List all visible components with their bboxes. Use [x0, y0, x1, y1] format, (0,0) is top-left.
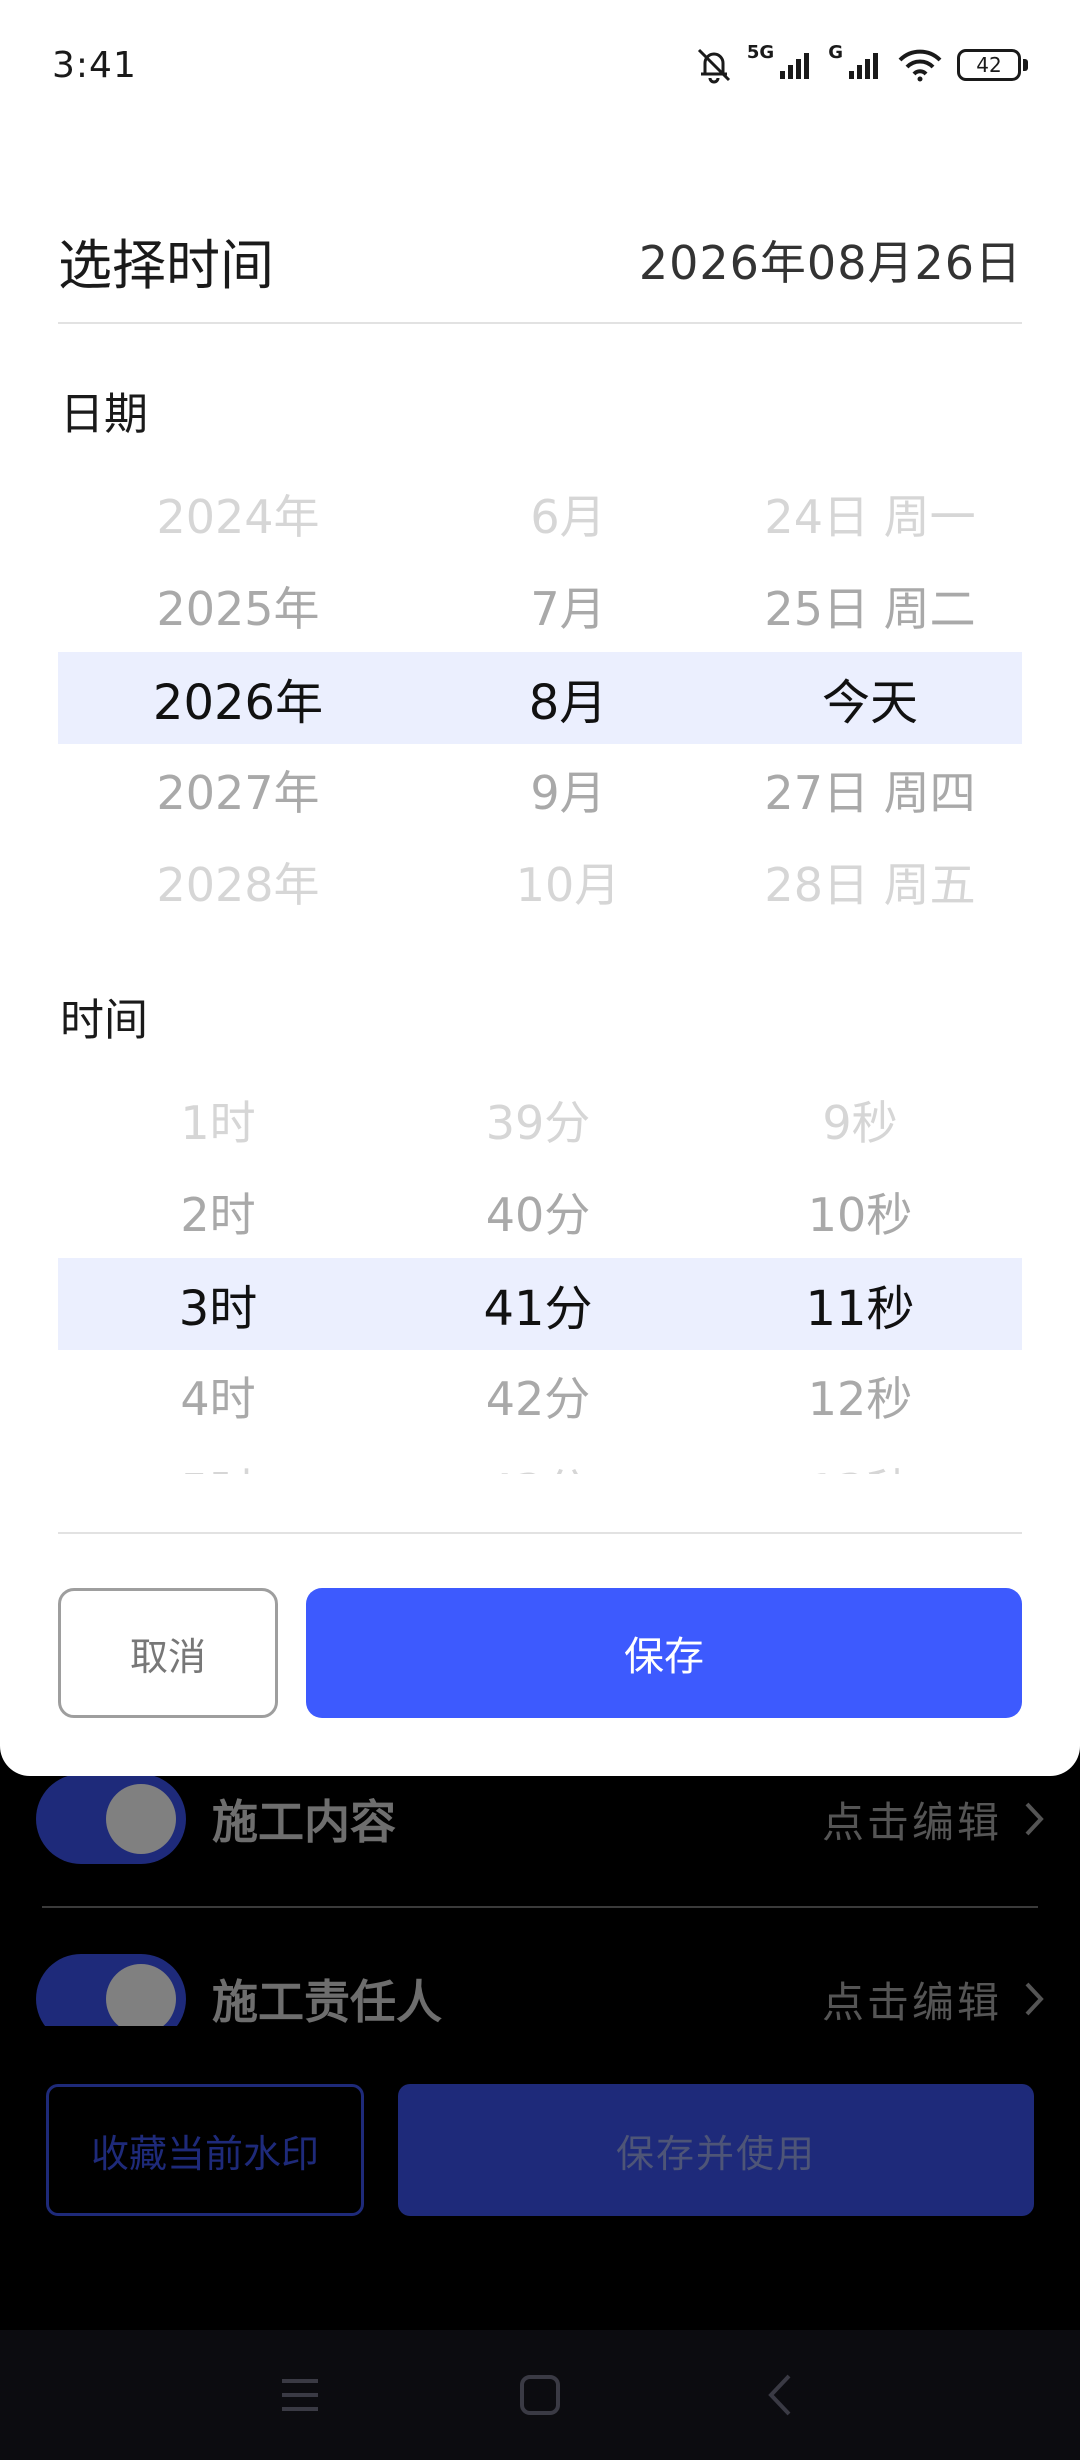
edit-action-label: 点击编辑: [821, 1977, 1002, 2027]
second-option[interactable]: 12秒: [808, 1363, 913, 1429]
time-picker-row-selected[interactable]: 3时 41分 11秒: [58, 1258, 1022, 1350]
minute-option[interactable]: 43分: [486, 1455, 591, 1474]
header-divider: [58, 322, 1022, 324]
save-button[interactable]: 保存: [306, 1588, 1022, 1718]
minute-option[interactable]: 39分: [486, 1087, 591, 1153]
time-section-label: 时间: [60, 995, 148, 1046]
list-clip: [0, 2026, 1080, 2046]
hour-option[interactable]: 4时: [180, 1363, 255, 1429]
year-option[interactable]: 2025年: [156, 573, 319, 639]
system-nav-bar: [0, 2330, 1080, 2460]
month-option[interactable]: 10月: [516, 849, 621, 915]
day-option[interactable]: 25日 周二: [764, 573, 975, 639]
sheet-header: 选择时间 2026年08月26日: [58, 210, 1022, 310]
save-and-use-button[interactable]: 保存并使用: [398, 2084, 1034, 2216]
year-option[interactable]: 2028年: [156, 849, 319, 915]
date-section-label: 日期: [60, 389, 148, 440]
menu-nav-button[interactable]: [270, 2365, 330, 2425]
status-bar: 3:41 5G G 42: [0, 0, 1080, 130]
time-picker-row[interactable]: 1时 39分 9秒: [58, 1074, 1022, 1166]
toggle-knob: [106, 1784, 176, 1854]
setting-row-label: 施工责任人: [212, 1975, 442, 2029]
battery-cap: [1023, 59, 1028, 71]
hour-option[interactable]: 1时: [180, 1087, 255, 1153]
menu-icon: [282, 2379, 318, 2411]
second-option[interactable]: 13秒: [808, 1455, 913, 1474]
cancel-button[interactable]: 取消: [58, 1588, 278, 1718]
hour-option[interactable]: 5时: [180, 1455, 255, 1474]
day-option[interactable]: 27日 周四: [764, 757, 975, 823]
time-picker-row[interactable]: 2时 40分 10秒: [58, 1166, 1022, 1258]
signal-icon-2: [849, 53, 878, 79]
day-option-selected[interactable]: 今天: [822, 663, 918, 733]
month-option[interactable]: 9月: [530, 757, 605, 823]
setting-row-content[interactable]: 施工内容 点击编辑: [36, 1764, 1044, 1874]
back-nav-button[interactable]: [750, 2365, 810, 2425]
year-option[interactable]: 2027年: [156, 757, 319, 823]
minute-option[interactable]: 42分: [486, 1363, 591, 1429]
back-chevron-icon: [768, 2374, 791, 2416]
year-option-selected[interactable]: 2026年: [153, 663, 323, 733]
edit-action[interactable]: 点击编辑: [822, 1789, 1044, 1850]
network-type-label: 5G: [746, 42, 775, 63]
edit-action-label: 点击编辑: [821, 1797, 1002, 1847]
second-option[interactable]: 9秒: [822, 1087, 897, 1153]
date-picker[interactable]: 2024年 6月 24日 周一 2025年 7月 25日 周二 2026年 8月…: [58, 468, 1022, 928]
date-picker-row-selected[interactable]: 2026年 8月 今天: [58, 652, 1022, 744]
status-time: 3:41: [52, 44, 137, 86]
battery-indicator: 42: [957, 49, 1028, 81]
minute-option[interactable]: 40分: [486, 1179, 591, 1245]
setting-row-label: 施工内容: [212, 1795, 396, 1849]
day-option[interactable]: 28日 周五: [764, 849, 975, 915]
time-picker-row[interactable]: 5时 43分 13秒: [58, 1442, 1022, 1474]
network-type-label-2: G: [828, 42, 843, 63]
bell-muted-icon: [697, 48, 730, 84]
date-picker-row[interactable]: 2028年 10月 28日 周五: [58, 836, 1022, 928]
battery-level: 42: [957, 49, 1021, 81]
hour-option[interactable]: 2时: [180, 1179, 255, 1245]
date-picker-row[interactable]: 2025年 7月 25日 周二: [58, 560, 1022, 652]
hour-option-selected[interactable]: 3时: [179, 1269, 258, 1339]
toggle-switch[interactable]: [36, 1774, 186, 1864]
year-option[interactable]: 2024年: [156, 481, 319, 547]
home-square-icon: [520, 2375, 560, 2415]
month-option[interactable]: 6月: [530, 481, 605, 547]
minute-option-selected[interactable]: 41分: [483, 1269, 592, 1339]
toggle-knob: [106, 1964, 176, 2034]
second-option[interactable]: 10秒: [808, 1179, 913, 1245]
edit-action[interactable]: 点击编辑: [822, 1969, 1044, 2030]
chevron-right-icon: [1025, 1982, 1044, 2016]
month-option[interactable]: 7月: [530, 573, 605, 639]
chevron-right-icon: [1025, 1802, 1044, 1836]
status-icons: 5G G 42: [695, 42, 1028, 84]
time-picker[interactable]: 1时 39分 9秒 2时 40分 10秒 3时 41分 11秒 4时 42分 1…: [58, 1074, 1022, 1474]
sheet-title: 选择时间: [58, 233, 274, 297]
signal-icon: [780, 53, 810, 79]
selected-date-display: 2026年08月26日: [638, 236, 1022, 290]
row-divider: [42, 1906, 1038, 1908]
home-nav-button[interactable]: [510, 2365, 570, 2425]
date-picker-row[interactable]: 2027年 9月 27日 周四: [58, 744, 1022, 836]
time-picker-sheet: 3:41 5G G 42 选择时间 2026年08月26日 日期 2024年 6…: [0, 0, 1080, 1776]
time-picker-row[interactable]: 4时 42分 12秒: [58, 1350, 1022, 1442]
wifi-icon: [898, 49, 942, 82]
date-picker-row[interactable]: 2024年 6月 24日 周一: [58, 468, 1022, 560]
day-option[interactable]: 24日 周一: [764, 481, 975, 547]
footer-divider: [58, 1532, 1022, 1534]
favorite-watermark-button[interactable]: 收藏当前水印: [46, 2084, 364, 2216]
month-option-selected[interactable]: 8月: [529, 663, 608, 733]
second-option-selected[interactable]: 11秒: [805, 1269, 914, 1339]
